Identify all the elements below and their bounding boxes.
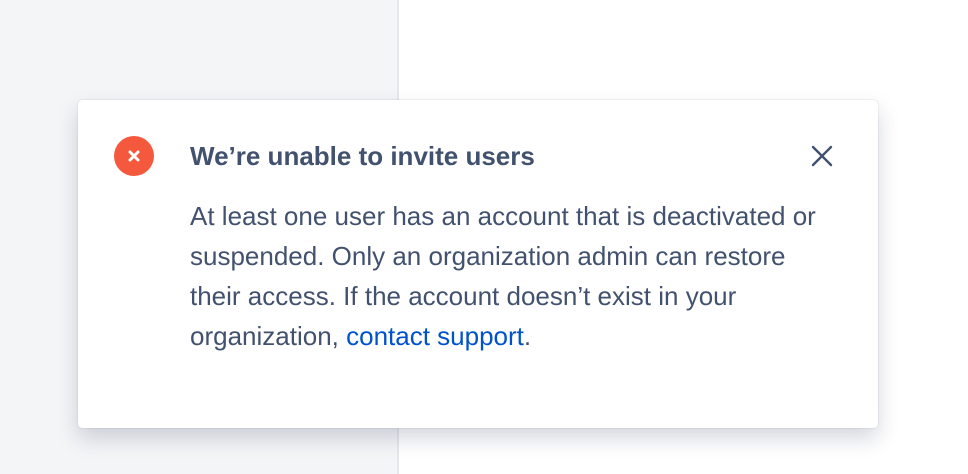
close-icon [811,145,833,167]
error-flag: We’re unable to invite users At least on… [78,100,878,428]
flag-description: At least one user has an account that is… [190,196,830,356]
flag-title: We’re unable to invite users [190,141,535,171]
description-trailing: . [523,321,532,351]
contact-support-link[interactable]: contact support [346,321,524,351]
close-button[interactable] [806,140,838,172]
error-icon [114,136,154,176]
error-x-glyph [128,150,140,162]
